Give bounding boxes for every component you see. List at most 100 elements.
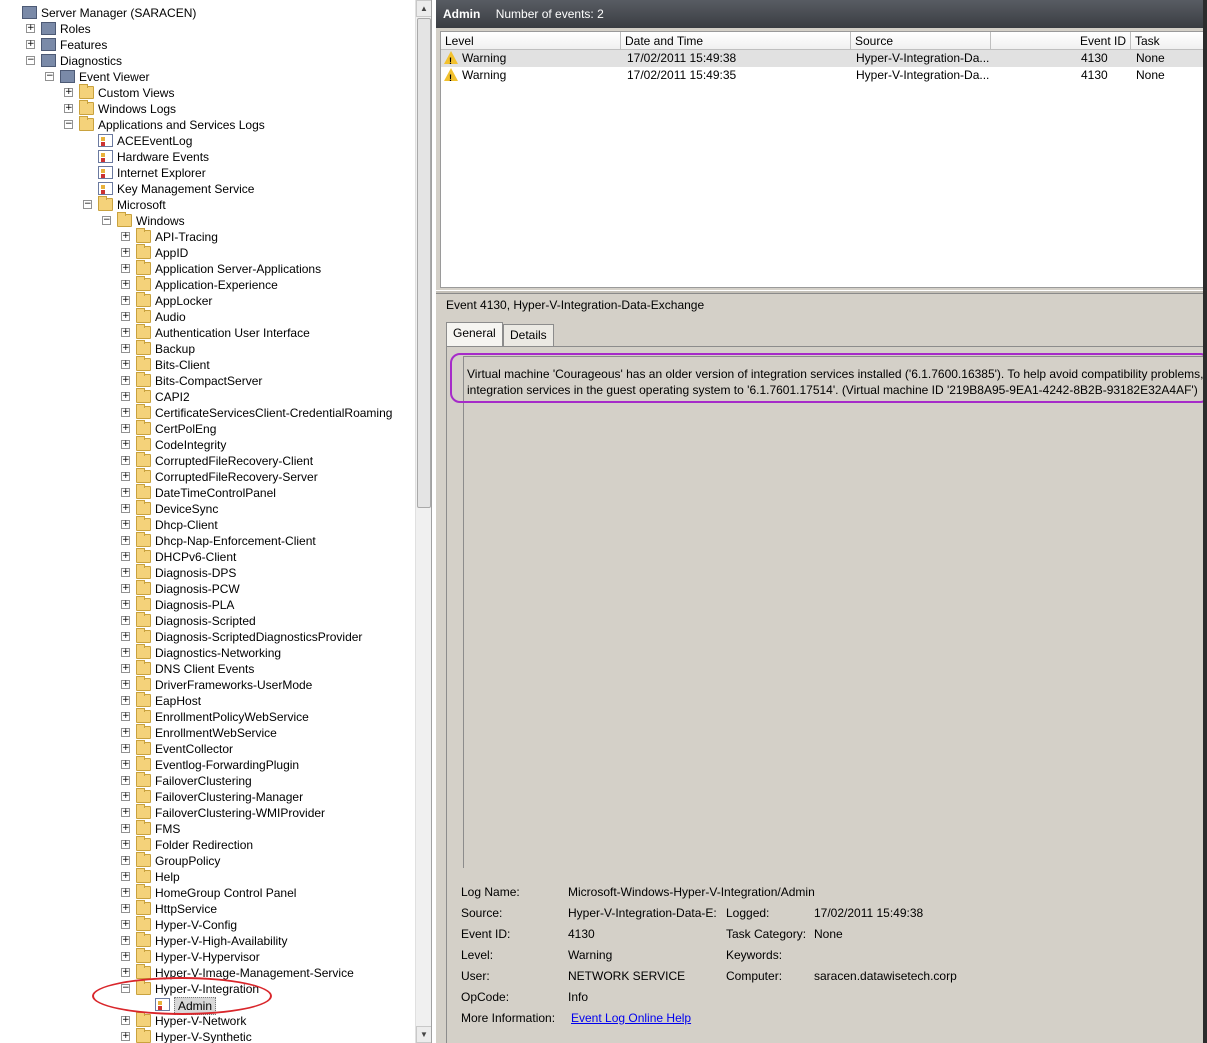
expand-icon[interactable]: + xyxy=(26,40,35,49)
tree-item[interactable]: + CAPI2 xyxy=(0,388,415,405)
tree-item[interactable]: + CertificateServicesClient-CredentialRoa… xyxy=(0,404,415,421)
col-date[interactable]: Date and Time xyxy=(621,32,851,50)
expand-icon[interactable]: + xyxy=(64,104,73,113)
expand-icon[interactable]: + xyxy=(121,856,130,865)
expand-icon[interactable]: + xyxy=(121,904,130,913)
tree-item[interactable]: + Eventlog-ForwardingPlugin xyxy=(0,756,415,773)
tree-item[interactable]: + Bits-Client xyxy=(0,356,415,373)
expand-icon[interactable]: + xyxy=(64,88,73,97)
expand-icon[interactable]: + xyxy=(121,824,130,833)
tree-item[interactable]: + EventCollector xyxy=(0,740,415,757)
expand-icon[interactable]: + xyxy=(26,24,35,33)
expand-icon[interactable]: + xyxy=(121,360,130,369)
expand-icon[interactable]: + xyxy=(121,520,130,529)
tree-item[interactable]: + Folder Redirection xyxy=(0,836,415,853)
tree-item[interactable]: + DriverFrameworks-UserMode xyxy=(0,676,415,693)
event-row[interactable]: Warning 17/02/2011 15:49:35 Hyper-V-Inte… xyxy=(441,67,1207,87)
expand-icon[interactable]: + xyxy=(121,472,130,481)
expand-icon[interactable]: + xyxy=(121,344,130,353)
expand-icon[interactable]: + xyxy=(121,808,130,817)
col-event-id[interactable]: Event ID xyxy=(991,32,1131,50)
expand-icon[interactable]: + xyxy=(121,744,130,753)
tree-item[interactable]: + FMS xyxy=(0,820,415,837)
tree-item[interactable]: + Windows Logs xyxy=(0,100,415,117)
tree-item[interactable]: + FailoverClustering xyxy=(0,772,415,789)
tree-item[interactable]: + Diagnosis-PLA xyxy=(0,596,415,613)
tree-scrollbar[interactable]: ▲ ▼ xyxy=(415,0,431,1043)
tree-item[interactable]: + FailoverClustering-WMIProvider xyxy=(0,804,415,821)
tree-item[interactable]: + EnrollmentWebService xyxy=(0,724,415,741)
tree-item[interactable]: + CorruptedFileRecovery-Client xyxy=(0,452,415,469)
expand-icon[interactable]: + xyxy=(121,552,130,561)
tree-item[interactable]: + Diagnosis-DPS xyxy=(0,564,415,581)
scroll-thumb[interactable] xyxy=(417,18,431,508)
tree-item[interactable]: − Microsoft xyxy=(0,196,415,213)
collapse-icon[interactable]: − xyxy=(102,216,111,225)
tree-item[interactable]: Internet Explorer xyxy=(0,165,415,181)
col-level[interactable]: Level xyxy=(441,32,621,50)
expand-icon[interactable]: + xyxy=(121,792,130,801)
expand-icon[interactable]: + xyxy=(121,600,130,609)
tree-item[interactable]: + Roles xyxy=(0,21,415,37)
expand-icon[interactable]: + xyxy=(121,776,130,785)
tree-item[interactable]: + Diagnosis-Scripted xyxy=(0,612,415,629)
scroll-down-icon[interactable]: ▼ xyxy=(416,1026,431,1043)
tree-item[interactable]: Key Management Service xyxy=(0,181,415,197)
expand-icon[interactable]: + xyxy=(121,872,130,881)
tree-item[interactable]: + DNS Client Events xyxy=(0,660,415,677)
expand-icon[interactable]: + xyxy=(121,456,130,465)
tree-item[interactable]: + Backup xyxy=(0,340,415,357)
expand-icon[interactable]: + xyxy=(121,760,130,769)
description-box[interactable]: Virtual machine 'Courageous' has an olde… xyxy=(463,356,1207,868)
expand-icon[interactable]: + xyxy=(121,376,130,385)
tree-item[interactable]: + AppID xyxy=(0,244,415,261)
tree-item[interactable]: + Hyper-V-High-Availability xyxy=(0,932,415,949)
tab-general[interactable]: General xyxy=(446,322,503,346)
tree-item[interactable]: + Diagnosis-ScriptedDiagnosticsProvider xyxy=(0,628,415,645)
expand-icon[interactable]: + xyxy=(121,680,130,689)
expand-icon[interactable]: + xyxy=(121,936,130,945)
col-source[interactable]: Source xyxy=(851,32,991,50)
tree-item[interactable]: − Event Viewer xyxy=(0,69,415,85)
expand-icon[interactable]: + xyxy=(121,920,130,929)
tree-item[interactable]: + DeviceSync xyxy=(0,500,415,517)
tree-item[interactable]: − Windows xyxy=(0,212,415,229)
tree-item[interactable]: + Dhcp-Nap-Enforcement-Client xyxy=(0,532,415,549)
expand-icon[interactable]: + xyxy=(121,616,130,625)
expand-icon[interactable]: + xyxy=(121,424,130,433)
expand-icon[interactable]: + xyxy=(121,488,130,497)
expand-icon[interactable]: + xyxy=(121,840,130,849)
tree-item[interactable]: + Application-Experience xyxy=(0,276,415,293)
tree-item[interactable]: + Diagnostics-Networking xyxy=(0,644,415,661)
tree-item[interactable]: + Features xyxy=(0,37,415,53)
events-grid[interactable]: Level Date and Time Source Event ID Task… xyxy=(440,31,1207,288)
expand-icon[interactable]: + xyxy=(121,888,130,897)
tree-item[interactable]: + Authentication User Interface xyxy=(0,324,415,341)
tree-item[interactable]: + FailoverClustering-Manager xyxy=(0,788,415,805)
expand-icon[interactable]: + xyxy=(121,632,130,641)
collapse-icon[interactable]: − xyxy=(121,984,130,993)
expand-icon[interactable]: + xyxy=(121,1016,130,1025)
expand-icon[interactable]: + xyxy=(121,728,130,737)
tree-item[interactable]: + Hyper-V-Image-Management-Service xyxy=(0,964,415,981)
tree-item[interactable]: Hardware Events xyxy=(0,149,415,165)
expand-icon[interactable]: + xyxy=(121,696,130,705)
expand-icon[interactable]: + xyxy=(121,712,130,721)
event-log-online-help-link[interactable]: Event Log Online Help xyxy=(571,1011,691,1025)
tree-item[interactable]: + Diagnosis-PCW xyxy=(0,580,415,597)
tree-item[interactable]: + Custom Views xyxy=(0,84,415,101)
expand-icon[interactable]: + xyxy=(121,440,130,449)
tab-details[interactable]: Details xyxy=(503,324,554,346)
tree-item[interactable]: + Hyper-V-Synthetic xyxy=(0,1028,415,1043)
tree-item[interactable]: + API-Tracing xyxy=(0,228,415,245)
expand-icon[interactable]: + xyxy=(121,392,130,401)
expand-icon[interactable]: + xyxy=(121,584,130,593)
tree-item[interactable]: Admin xyxy=(0,997,415,1015)
expand-icon[interactable]: + xyxy=(121,264,130,273)
expand-icon[interactable]: + xyxy=(121,648,130,657)
tree-item[interactable]: + Hyper-V-Hypervisor xyxy=(0,948,415,965)
expand-icon[interactable]: + xyxy=(121,328,130,337)
scroll-up-icon[interactable]: ▲ xyxy=(416,0,431,17)
expand-icon[interactable]: + xyxy=(121,536,130,545)
event-row[interactable]: Warning 17/02/2011 15:49:38 Hyper-V-Inte… xyxy=(441,50,1207,70)
